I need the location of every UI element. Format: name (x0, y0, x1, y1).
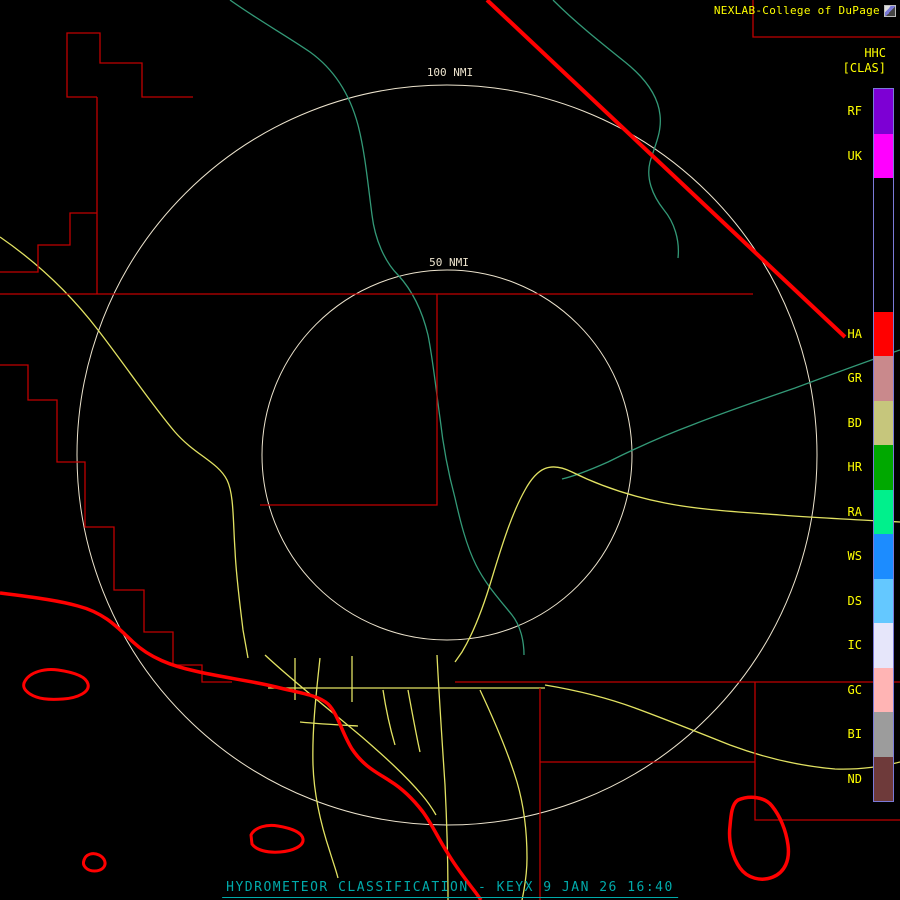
legend-label-gc: GC (847, 682, 862, 697)
legend-label-nd: ND (847, 771, 862, 786)
legend-color-bar: RF UK HA GR BD HR RA WS DS IC GC BI ND (848, 88, 894, 802)
legend-label-ra: RA (847, 504, 862, 519)
ring-100nmi (76, 84, 818, 826)
major-boundaries (0, 0, 847, 900)
ring-50nmi (261, 269, 633, 641)
boundary-loop-3 (81, 852, 107, 873)
legend-label-ws: WS (847, 549, 862, 564)
boundary-loop-4 (727, 795, 791, 881)
legend-label-hr: HR (847, 460, 862, 475)
attribution: NEXLAB-College of DuPage (714, 4, 896, 17)
legend-seg-ds: DS (848, 578, 893, 623)
legend-seg-uk: UK (848, 133, 893, 178)
highway-south-1 (479, 689, 528, 900)
nexlab-logo-icon (884, 4, 896, 17)
rivers (229, 0, 900, 656)
legend-product-code: HHC (864, 46, 886, 60)
status-text: HYDROMETEOR CLASSIFICATION - KEYX 9 JAN … (222, 880, 678, 898)
legend-product-tag: [CLAS] (842, 61, 886, 75)
legend-seg-gap-3 (874, 222, 893, 267)
legend-seg-ws: WS (848, 534, 893, 579)
legend-label-ha: HA (847, 326, 862, 341)
highway-east (454, 466, 900, 663)
legend-seg-bd: BD (848, 400, 893, 445)
legend-seg-ha: HA (848, 311, 893, 356)
boundary-loop-1 (22, 668, 90, 701)
legend-seg-rf: RF (848, 89, 893, 134)
ring-label-100nmi: 100 NMI (427, 66, 473, 79)
legend-seg-ic: IC (848, 623, 893, 668)
legend-label-bi: BI (847, 727, 862, 742)
legend-label-rf: RF (847, 104, 862, 119)
legend-seg-hr: HR (848, 445, 893, 490)
legend-label-gr: GR (847, 371, 862, 386)
river-northeast (552, 0, 680, 259)
county-stair-topleft (66, 32, 193, 98)
highway-cluster-c (382, 689, 396, 746)
legend-seg-gap-2 (874, 178, 893, 223)
highway-cluster-e (407, 689, 421, 753)
river-main (229, 0, 525, 656)
legend-seg-ra: RA (848, 489, 893, 534)
county-lines (0, 0, 900, 900)
legend-label-uk: UK (847, 148, 862, 163)
county-stair-west (0, 212, 97, 273)
boundary-wavy (0, 591, 483, 900)
legend-seg-gap-4 (874, 267, 893, 312)
radar-map-canvas: 100 NMI 50 NMI (0, 0, 900, 900)
county-stair-southwest (0, 364, 232, 683)
county-line-center (260, 294, 438, 506)
legend-seg-gr: GR (848, 356, 893, 401)
highway-cluster-d (299, 721, 359, 727)
highway-southwest (0, 236, 249, 659)
highway-diagonal (264, 654, 437, 816)
ring-label-50nmi: 50 NMI (429, 256, 469, 269)
legend-label-ic: IC (847, 638, 862, 653)
state-border-diagonal (485, 0, 847, 339)
legend-label-ds: DS (847, 593, 862, 608)
boundary-loop-2 (249, 823, 305, 854)
highway-south-2 (436, 654, 449, 900)
legend-seg-gc: GC (848, 667, 893, 712)
attribution-text: NEXLAB-College of DuPage (713, 4, 880, 17)
highway-south-3 (312, 657, 339, 879)
radar-product-page: { "header": { "attribution": "NEXLAB-Col… (0, 0, 900, 900)
range-rings (76, 84, 818, 826)
ring-labels: 100 NMI 50 NMI (417, 64, 481, 269)
legend-seg-nd: ND (848, 756, 893, 801)
legend-seg-bi: BI (848, 712, 893, 757)
legend-label-bd: BD (847, 415, 862, 430)
